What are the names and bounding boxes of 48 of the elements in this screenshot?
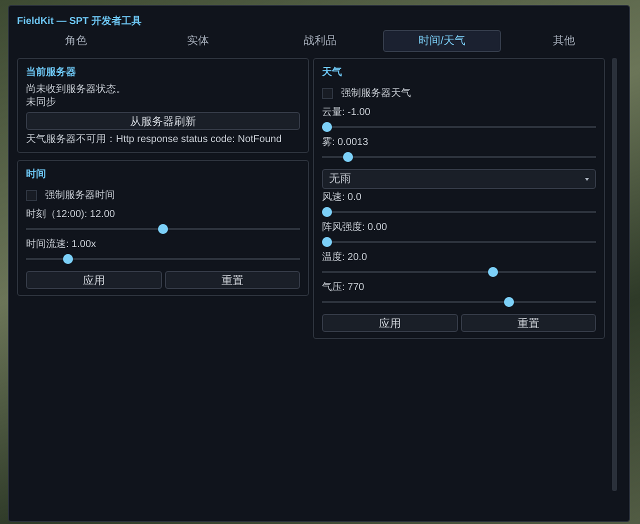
checkbox-label: 强制服务器时间: [45, 189, 115, 202]
reset-button[interactable]: 重置: [460, 314, 596, 332]
slider-label: 温度: 20.0: [322, 251, 368, 264]
caret-icon: [585, 178, 589, 180]
slider-label: 风速: 0.0: [322, 191, 362, 204]
checkbox[interactable]: [26, 190, 37, 201]
slider-thumb[interactable]: [322, 237, 332, 247]
slider-label: 时刻（12:00): 12.00: [26, 208, 116, 221]
slider-thumb[interactable]: [343, 152, 354, 162]
tab[interactable]: 时间/天气: [383, 30, 501, 52]
checkbox[interactable]: [322, 88, 333, 99]
status-text: 尚未收到服务器状态。: [26, 83, 127, 96]
tab[interactable]: 角色: [17, 30, 135, 52]
slider-thumb[interactable]: [158, 224, 168, 234]
slider-thumb[interactable]: [322, 122, 332, 132]
slider-label: 云量: -1.00: [322, 106, 372, 119]
slider-thumb[interactable]: [488, 267, 498, 277]
slider-thumb[interactable]: [322, 207, 332, 217]
slider-track[interactable]: [322, 265, 596, 279]
tab[interactable]: 战利品: [261, 30, 379, 52]
slider-label: 时间流速: 1.00x: [26, 238, 98, 251]
checkbox-label: 强制服务器天气: [341, 87, 411, 100]
error-text: 天气服务器不可用：Http response status code: NotFound: [26, 133, 283, 146]
slider-track[interactable]: [322, 150, 596, 164]
slider-track[interactable]: [26, 252, 300, 266]
slider-label: 阵风强度: 0.00: [322, 221, 388, 234]
rain-dropdown[interactable]: 无雨: [322, 169, 596, 189]
tab[interactable]: 实体: [139, 30, 257, 52]
sync-text: 未同步: [26, 96, 57, 109]
tab[interactable]: 其他: [505, 30, 623, 52]
slider-thumb[interactable]: [62, 254, 73, 264]
slider-track[interactable]: [26, 222, 300, 236]
slider-track[interactable]: [322, 205, 596, 219]
slider-track[interactable]: [322, 120, 596, 134]
slider-label: 气压: 770: [322, 281, 366, 294]
slider-thumb[interactable]: [504, 297, 514, 307]
window-title: FieldKit — SPT 开发者工具: [17, 14, 142, 28]
panel-title: 当前服务器: [26, 66, 77, 79]
slider-track[interactable]: [322, 235, 596, 249]
reset-button[interactable]: 重置: [164, 271, 300, 289]
refresh-button[interactable]: 从服务器刷新: [26, 112, 300, 130]
apply-button[interactable]: 应用: [26, 271, 162, 289]
scrollbar[interactable]: [612, 58, 617, 491]
slider-track[interactable]: [322, 295, 596, 309]
panel-title: 时间: [26, 168, 47, 181]
slider-label: 雾: 0.0013: [322, 136, 370, 149]
apply-button[interactable]: 应用: [322, 314, 458, 332]
panel-title: 天气: [322, 66, 343, 79]
